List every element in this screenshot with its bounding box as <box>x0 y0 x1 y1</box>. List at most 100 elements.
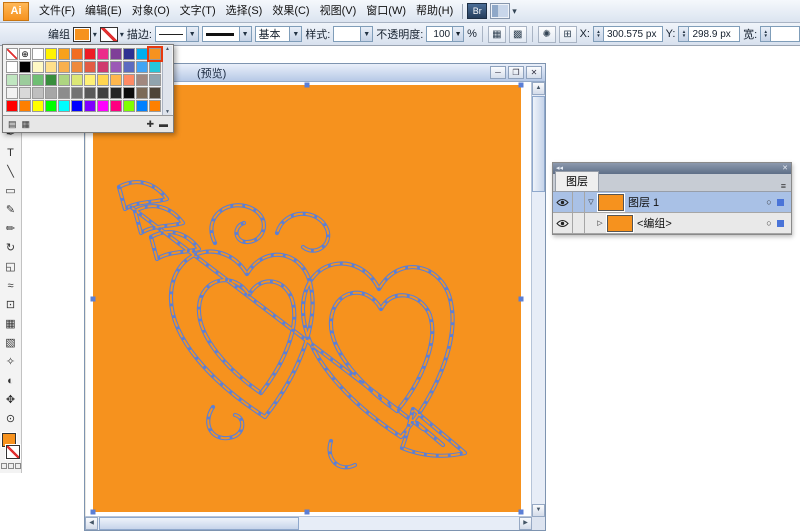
swatch[interactable] <box>149 48 161 60</box>
lock-cell[interactable] <box>573 213 585 233</box>
swatch[interactable] <box>19 61 31 73</box>
hand-tool[interactable]: ✥ <box>1 390 20 409</box>
panel-close-icon[interactable]: ✕ <box>782 163 788 174</box>
swatch[interactable] <box>6 74 18 86</box>
swatch[interactable] <box>149 87 161 99</box>
mesh-tool[interactable]: ▦ <box>1 314 20 333</box>
swatch[interactable] <box>123 74 135 86</box>
swatch[interactable] <box>110 87 122 99</box>
swatch[interactable] <box>45 61 57 73</box>
menu-item[interactable]: 视图(V) <box>315 1 362 22</box>
none-mode-icon[interactable] <box>14 463 21 469</box>
combo-arrow-icon[interactable]: ▼ <box>360 27 373 41</box>
swatch[interactable] <box>32 61 44 73</box>
free-transform-tool[interactable]: ⊡ <box>1 295 20 314</box>
swatch[interactable] <box>71 87 83 99</box>
swatch[interactable] <box>136 74 148 86</box>
target-circle-icon[interactable]: ○ <box>761 197 777 207</box>
minimize-button[interactable]: ─ <box>490 66 506 79</box>
swatch[interactable] <box>110 74 122 86</box>
swatch[interactable] <box>84 74 96 86</box>
fill-color-button[interactable] <box>73 26 91 42</box>
line-tool[interactable]: ╲ <box>1 162 20 181</box>
swatch[interactable] <box>84 61 96 73</box>
combo-arrow-icon[interactable]: ▼ <box>289 27 302 41</box>
swatch[interactable] <box>19 87 31 99</box>
swatch[interactable] <box>97 100 109 112</box>
new-swatch-icon[interactable]: ✚ <box>146 119 154 130</box>
bridge-button[interactable]: Br <box>467 3 488 19</box>
combo-arrow-icon[interactable]: ▼ <box>238 27 251 41</box>
layer-name[interactable]: 图层 1 <box>628 194 761 210</box>
swatch[interactable] <box>136 61 148 73</box>
swatch[interactable] <box>110 48 122 60</box>
swatch[interactable] <box>84 48 96 60</box>
close-button[interactable]: ✕ <box>526 66 542 79</box>
swatch-kinds-icon[interactable]: ▦ <box>22 119 31 130</box>
appearance-icon[interactable]: ✺ <box>537 25 556 43</box>
visibility-eye-icon[interactable] <box>553 213 573 233</box>
swatch[interactable] <box>97 87 109 99</box>
scroll-down-icon[interactable]: ▼ <box>532 504 545 517</box>
menu-item[interactable]: 文字(T) <box>175 1 221 22</box>
swatch[interactable] <box>32 74 44 86</box>
gradient-tool[interactable]: ▧ <box>1 333 20 352</box>
scrollbar-thumb[interactable] <box>99 517 299 530</box>
layer-row[interactable]: ▽ 图层 1 ○ <box>553 192 791 213</box>
swatch[interactable] <box>6 87 18 99</box>
swatch-libraries-icon[interactable]: ▤ <box>8 119 17 130</box>
swatch[interactable] <box>97 61 109 73</box>
swatch[interactable] <box>58 87 70 99</box>
artboard[interactable] <box>90 82 524 515</box>
swatch[interactable] <box>149 61 161 73</box>
selection-handle[interactable] <box>304 509 310 515</box>
stroke-weight-combo[interactable]: ▼ <box>154 26 199 42</box>
tab-layers[interactable]: 图层 <box>555 171 599 191</box>
menu-item[interactable]: 编辑(E) <box>80 1 127 22</box>
menu-item[interactable]: 帮助(H) <box>411 1 458 22</box>
selection-square[interactable] <box>777 198 784 206</box>
traced-artwork[interactable] <box>93 85 521 512</box>
layer-name[interactable]: <编组> <box>637 215 761 231</box>
menu-item[interactable]: 对象(O) <box>127 1 175 22</box>
selection-handle[interactable] <box>304 82 310 88</box>
selection-square[interactable] <box>777 219 784 227</box>
stroke-color-button[interactable] <box>99 26 118 42</box>
opacity-input[interactable]: 100 ▼ <box>426 26 465 42</box>
rectangle-tool[interactable]: ▭ <box>1 181 20 200</box>
swatch[interactable] <box>71 61 83 73</box>
swatch[interactable] <box>97 48 109 60</box>
swatch[interactable] <box>110 61 122 73</box>
vertical-scrollbar[interactable]: ▲ ▼ <box>531 82 545 517</box>
swatch[interactable] <box>71 100 83 112</box>
swatch[interactable] <box>136 87 148 99</box>
combo-arrow-icon[interactable]: ▼ <box>185 27 198 41</box>
eyedropper-tool[interactable]: ✧ <box>1 352 20 371</box>
align-panel-icon[interactable]: ▦ <box>487 25 506 43</box>
swatch[interactable]: ⊕ <box>19 48 31 60</box>
menu-item[interactable]: 效果(C) <box>267 1 314 22</box>
type-tool[interactable]: T <box>1 143 20 162</box>
menu-item[interactable]: 选择(S) <box>221 1 268 22</box>
workspace-button[interactable] <box>490 3 511 19</box>
selection-handle[interactable] <box>518 296 524 301</box>
scrollbar-thumb[interactable] <box>532 96 545 192</box>
delete-swatch-icon[interactable]: ▬ <box>159 119 168 129</box>
scale-tool[interactable]: ◱ <box>1 257 20 276</box>
stepper-icon[interactable]: ▲ ▼ <box>593 27 604 41</box>
swatch[interactable] <box>19 100 31 112</box>
pathfinder-panel-icon[interactable]: ▩ <box>508 25 527 43</box>
swatch[interactable] <box>32 87 44 99</box>
restore-button[interactable]: ❐ <box>508 66 524 79</box>
selection-handle[interactable] <box>90 509 96 515</box>
swatch[interactable] <box>45 48 57 60</box>
gradient-mode-icon[interactable] <box>7 463 14 469</box>
menubar-caret-icon[interactable]: ▾ <box>512 6 517 17</box>
swatch[interactable] <box>58 74 70 86</box>
swatch[interactable] <box>58 100 70 112</box>
swatch[interactable] <box>84 100 96 112</box>
brush-combo[interactable]: ▼ <box>201 26 252 42</box>
layer-row[interactable]: ▷ <编组> ○ <box>553 213 791 234</box>
stepper-icon[interactable]: ▲ ▼ <box>761 27 772 41</box>
stepper-icon[interactable]: ▲ ▼ <box>679 27 690 41</box>
